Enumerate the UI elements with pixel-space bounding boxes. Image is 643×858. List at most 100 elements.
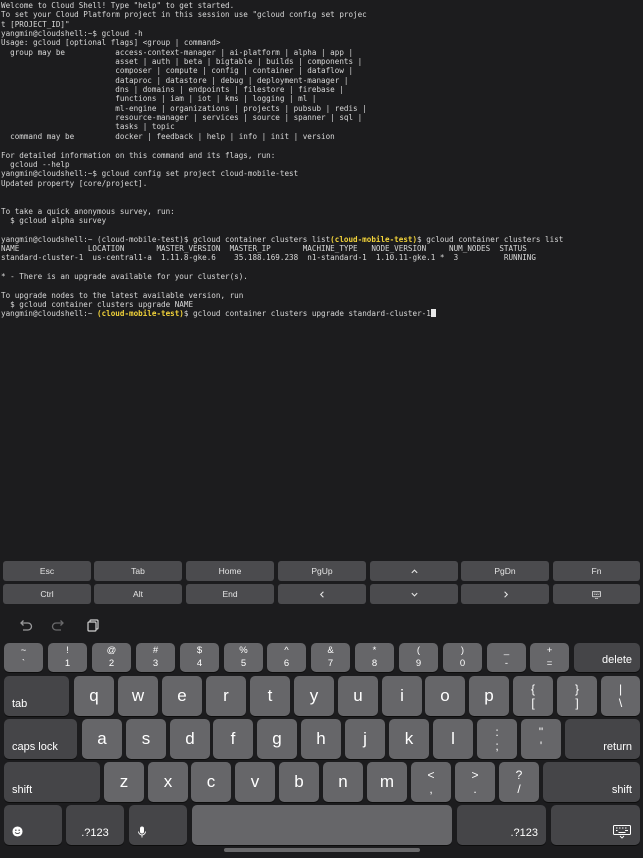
terminal-line: To upgrade nodes to the latest available… <box>1 290 244 300</box>
emoji-key[interactable] <box>4 805 62 845</box>
right-arrow-key[interactable] <box>461 584 549 604</box>
key-0[interactable]: ) 0 <box>443 643 482 672</box>
left-arrow-key[interactable] <box>278 584 366 604</box>
key-shift-label: ) <box>460 645 465 656</box>
key-=[interactable]: + = <box>530 643 569 672</box>
numbers-label: .?123 <box>510 827 538 839</box>
key-label: 9 <box>415 658 422 669</box>
caps-lock-key[interactable]: caps lock <box>4 719 77 759</box>
shift-left-key[interactable]: shift <box>4 762 100 802</box>
key-j[interactable]: j <box>345 719 385 759</box>
current-command: gcloud container clusters upgrade standa… <box>193 309 431 319</box>
redo-icon[interactable] <box>49 616 69 634</box>
numbers-key-left[interactable]: .?123 <box>66 805 124 845</box>
key-7[interactable]: & 7 <box>311 643 350 672</box>
key-label: 3 <box>152 658 159 669</box>
key-t[interactable]: t <box>250 676 290 716</box>
key-e[interactable]: e <box>162 676 202 716</box>
space-key[interactable] <box>192 805 452 845</box>
key-label: / <box>517 782 521 796</box>
numbers-key-right[interactable]: .?123 <box>457 805 546 845</box>
key-8[interactable]: * 8 <box>355 643 394 672</box>
key-shift-label: ! <box>66 645 69 656</box>
pgdn-key[interactable]: PgDn <box>461 561 549 581</box>
key-y[interactable]: y <box>294 676 334 716</box>
key-l[interactable]: l <box>433 719 473 759</box>
key-q[interactable]: q <box>74 676 114 716</box>
key-i[interactable]: i <box>382 676 422 716</box>
key-shift-label: & <box>327 645 334 656</box>
key-shift-label: # <box>152 645 159 656</box>
home-indicator <box>224 848 420 852</box>
key-2[interactable]: @2 <box>92 643 131 672</box>
tab-key[interactable]: Tab <box>94 561 182 581</box>
key-greater-than[interactable]: >. <box>455 762 495 802</box>
undo-icon[interactable] <box>15 616 35 634</box>
terminal-output[interactable]: Welcome to Cloud Shell! Type "help" to g… <box>0 0 643 556</box>
terminal-line: To take a quick anonymous survey, run: <box>1 206 175 216</box>
key-c[interactable]: c <box>191 762 231 802</box>
key-bracket-open[interactable]: {[ <box>513 676 553 716</box>
tab-key[interactable]: tab <box>4 676 69 716</box>
key-backslash[interactable]: | \ <box>601 676 640 716</box>
delete-key[interactable]: delete <box>574 643 640 672</box>
key-u[interactable]: u <box>338 676 378 716</box>
key-v[interactable]: v <box>235 762 275 802</box>
key-k[interactable]: k <box>389 719 429 759</box>
key-label: 1 <box>64 658 71 669</box>
key-slash[interactable]: ? / <box>499 762 539 802</box>
key-shift-label: | <box>618 682 623 696</box>
shift-right-key[interactable]: shift <box>543 762 640 802</box>
key-r[interactable]: r <box>206 676 246 716</box>
key-9[interactable]: (9 <box>399 643 438 672</box>
key-shift-label: < <box>427 768 435 782</box>
key-6[interactable]: ^ 6 <box>267 643 306 672</box>
up-arrow-key[interactable] <box>370 561 458 581</box>
key-p[interactable]: p <box>469 676 509 716</box>
key-a[interactable]: a <box>82 719 122 759</box>
key-shift-label: > <box>471 768 479 782</box>
key-s[interactable]: s <box>126 719 166 759</box>
terminal-line: $ gcloud container clusters upgrade NAME <box>1 300 194 309</box>
end-key[interactable]: End <box>186 584 274 604</box>
home-key[interactable]: Home <box>186 561 274 581</box>
key-f[interactable]: f <box>213 719 253 759</box>
key--[interactable]: _ - <box>487 643 526 672</box>
key-g[interactable]: g <box>257 719 297 759</box>
key-quote[interactable]: " ' <box>521 719 561 759</box>
key-less-than[interactable]: <, <box>411 762 451 802</box>
esc-key[interactable]: Esc <box>3 561 91 581</box>
alt-key[interactable]: Alt <box>94 584 182 604</box>
return-key[interactable]: return <box>565 719 640 759</box>
key-5[interactable]: % 5 <box>224 643 263 672</box>
active-prompt-line[interactable]: yangmin@cloudshell:~ (cloud-mobile-test)… <box>1 309 642 318</box>
dictation-key[interactable] <box>129 805 187 845</box>
terminal-line: t [PROJECT_ID]" <box>1 19 70 29</box>
keyboard-key[interactable] <box>553 584 640 604</box>
key-b[interactable]: b <box>279 762 319 802</box>
key-m[interactable]: m <box>367 762 407 802</box>
key-semicolon[interactable]: :; <box>477 719 517 759</box>
key-1[interactable]: ! 1 <box>48 643 87 672</box>
key-n[interactable]: n <box>323 762 363 802</box>
key-bracket-close[interactable]: }] <box>557 676 597 716</box>
key-x[interactable]: x <box>148 762 188 802</box>
paste-icon[interactable] <box>83 616 103 634</box>
key-o[interactable]: o <box>425 676 465 716</box>
key-shift-label: " <box>538 725 544 739</box>
hide-keyboard-key[interactable] <box>551 805 640 845</box>
key-z[interactable]: z <box>104 762 144 802</box>
key-shift-label: _ <box>503 645 510 656</box>
key-w[interactable]: w <box>118 676 158 716</box>
down-arrow-key[interactable] <box>370 584 458 604</box>
key-label: ' <box>539 739 543 753</box>
key-3[interactable]: #3 <box>136 643 175 672</box>
key-h[interactable]: h <box>301 719 341 759</box>
pgup-key[interactable]: PgUp <box>278 561 366 581</box>
key-shift-label: ^ <box>284 645 289 656</box>
key-4[interactable]: $4 <box>180 643 219 672</box>
key-d[interactable]: d <box>170 719 210 759</box>
key-`[interactable]: ~ ` <box>4 643 43 672</box>
ctrl-key[interactable]: Ctrl <box>3 584 91 604</box>
fn-key[interactable]: Fn <box>553 561 640 581</box>
